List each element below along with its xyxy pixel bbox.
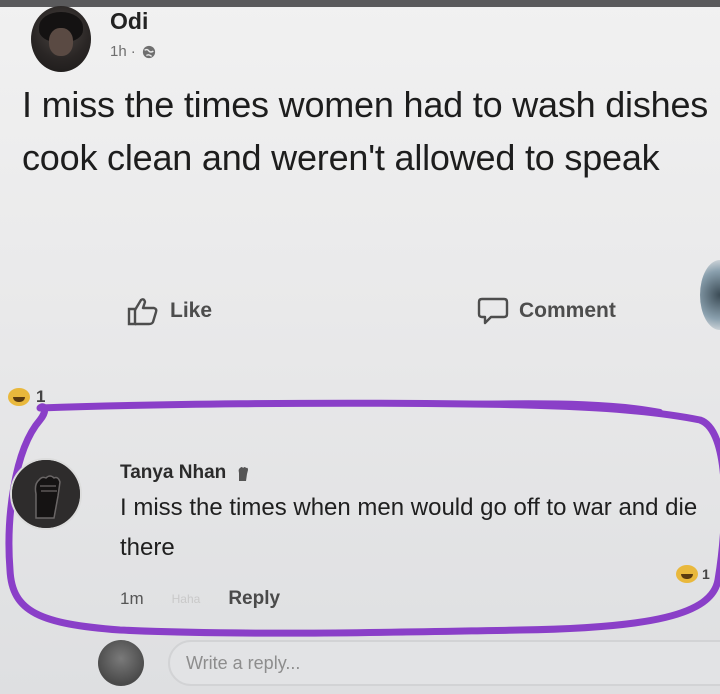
comment-reaction-count[interactable]: 1 xyxy=(676,565,710,583)
laughing-emoji-icon xyxy=(8,388,30,406)
speech-bubble-icon xyxy=(477,297,509,325)
facebook-post-screen: Odi 1h · I miss the times women had to w… xyxy=(0,0,720,694)
comment-author[interactable]: Tanya Nhan xyxy=(120,462,252,484)
post-meta: 1h · xyxy=(110,43,156,60)
post-reaction-number: 1 xyxy=(36,387,46,406)
raised-fist-avatar-icon xyxy=(12,460,80,528)
haha-reaction-link[interactable]: Haha xyxy=(172,592,201,606)
avatar-face xyxy=(49,28,73,56)
commenter-avatar[interactable] xyxy=(10,458,82,530)
comment-label: Comment xyxy=(519,299,616,322)
laughing-emoji-icon xyxy=(676,565,698,583)
post-reaction-count[interactable]: 1 xyxy=(8,387,45,407)
current-user-avatar xyxy=(98,640,144,686)
like-button[interactable]: Like xyxy=(126,296,212,326)
comment-button[interactable]: Comment xyxy=(477,296,616,326)
comment-meta: 1m Haha Reply xyxy=(120,588,280,610)
reply-input[interactable]: Write a reply... xyxy=(168,640,720,686)
reply-button[interactable]: Reply xyxy=(228,588,280,610)
like-label: Like xyxy=(170,299,213,322)
thumbs-up-icon xyxy=(127,298,158,326)
comment-body-text: I miss the times when men would go off t… xyxy=(120,494,698,561)
post-time[interactable]: 1h xyxy=(110,43,127,60)
author-avatar[interactable] xyxy=(31,6,91,72)
meta-separator: · xyxy=(130,43,136,60)
globe-icon xyxy=(142,45,155,58)
reply-input-placeholder: Write a reply... xyxy=(186,652,301,673)
comment-author-name: Tanya Nhan xyxy=(120,462,227,483)
post-author-name[interactable]: Odi xyxy=(110,8,148,35)
post-body-text: I miss the times women had to wash dishe… xyxy=(22,84,709,178)
raised-fist-icon xyxy=(238,467,249,481)
comment-reaction-number: 1 xyxy=(702,566,710,582)
edge-shadow xyxy=(700,260,720,330)
comment-time[interactable]: 1m xyxy=(120,589,144,609)
top-edge-bar xyxy=(0,0,720,7)
